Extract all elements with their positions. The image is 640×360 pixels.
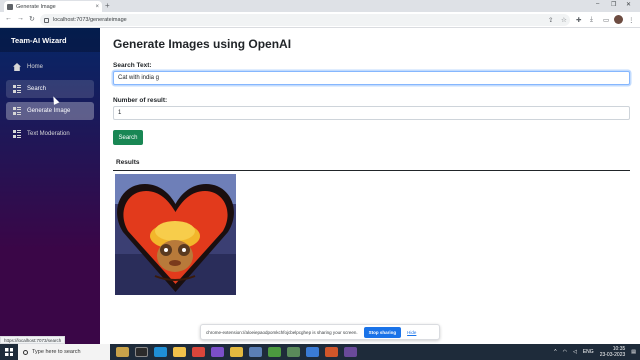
- browser-tabstrip: Generate Image × + – ❐ ✕: [0, 0, 640, 12]
- visual-studio-icon[interactable]: [211, 347, 224, 357]
- sidebar-item-search[interactable]: Search: [6, 80, 94, 98]
- home-icon: [13, 63, 21, 71]
- search-text-input[interactable]: Cat with india g: [113, 71, 630, 85]
- browser-toolbar: ← → ↻ localhost:7073/generateimage ⇪ ☆ ✚…: [0, 12, 640, 28]
- sidebar-item-label: Text Moderation: [27, 131, 70, 137]
- maximize-icon[interactable]: ❐: [611, 1, 616, 8]
- sidebar: Team-AI Wizard Home Search Generate Imag…: [0, 28, 100, 344]
- app-w-icon[interactable]: [192, 347, 205, 357]
- generated-image[interactable]: [115, 174, 236, 295]
- chrome-profile-icon[interactable]: [306, 347, 319, 357]
- dashboard-icon: [13, 85, 21, 93]
- page-favicon-icon: [7, 3, 13, 10]
- result-count-input[interactable]: 1: [113, 106, 630, 120]
- taskbar-search-placeholder: Type here to search: [32, 349, 81, 355]
- sidebar-item-home[interactable]: Home: [6, 58, 94, 76]
- tab-close-icon[interactable]: ×: [95, 4, 99, 10]
- extensions-icon[interactable]: ✚: [576, 16, 581, 24]
- page-title: Generate Images using OpenAI: [113, 37, 292, 51]
- hide-banner-link[interactable]: Hide: [407, 330, 416, 335]
- dashboard-icon: [13, 130, 21, 138]
- search-icon: [23, 349, 28, 355]
- bookmark-star-icon[interactable]: ☆: [561, 16, 567, 24]
- generated-cat-heart-image: [115, 174, 236, 295]
- dashboard-icon: [13, 107, 21, 115]
- stop-sharing-button[interactable]: Stop sharing: [363, 326, 402, 338]
- back-icon[interactable]: ←: [5, 15, 12, 22]
- profile-avatar[interactable]: [614, 15, 623, 24]
- volume-icon[interactable]: ◁: [573, 349, 577, 355]
- notification-icon[interactable]: ▤: [631, 349, 636, 355]
- browser-menu-icon[interactable]: ⋮: [628, 16, 635, 24]
- powerpoint-icon[interactable]: [325, 347, 338, 357]
- system-tray: ^ ◠ ◁ ENG 10:35 23-03-2023 ▤: [554, 344, 636, 360]
- results-heading: Results: [113, 154, 630, 171]
- reload-icon[interactable]: ↻: [29, 15, 35, 23]
- folder-icon[interactable]: [230, 347, 243, 357]
- app-purple-icon[interactable]: [344, 347, 357, 357]
- network-icon[interactable]: ◠: [563, 349, 567, 355]
- sidebar-item-text-moderation[interactable]: Text Moderation: [6, 125, 94, 143]
- taskbar-search-box[interactable]: Type here to search: [18, 344, 110, 360]
- clock-date: 23-03-2023: [599, 352, 626, 358]
- edge-icon[interactable]: [154, 347, 167, 357]
- sidepanel-icon[interactable]: ▭: [603, 16, 609, 24]
- share-message: chrome-extension://aloeiepaodpomkchfojcb…: [206, 329, 358, 335]
- address-bar[interactable]: localhost:7073/generateimage: [40, 14, 570, 26]
- site-info-icon[interactable]: [44, 17, 49, 23]
- sidebar-item-label: Home: [27, 64, 44, 70]
- tab-title: Generate Image: [16, 3, 56, 10]
- result-count-label: Number of result:: [113, 97, 168, 104]
- file-explorer-icon[interactable]: [173, 347, 186, 357]
- main-content: Generate Images using OpenAI Search Text…: [100, 28, 640, 344]
- chrome-icon[interactable]: [268, 347, 281, 357]
- download-icon[interactable]: ⤓: [590, 16, 593, 24]
- start-button[interactable]: [0, 344, 18, 360]
- new-tab-icon[interactable]: +: [105, 1, 110, 10]
- search-text-label: Search Text:: [113, 62, 152, 69]
- task-view-icon[interactable]: [116, 347, 129, 357]
- clock[interactable]: 10:35 23-03-2023: [600, 346, 626, 358]
- windows-logo-icon: [5, 348, 13, 356]
- windows-taskbar: Type here to search ^ ◠ ◁ ENG 10:35 23-0…: [0, 344, 640, 360]
- status-bar-url: https://localhost:7073/search: [0, 336, 66, 344]
- minimize-icon[interactable]: –: [596, 1, 599, 7]
- browser-tab[interactable]: Generate Image ×: [4, 1, 102, 12]
- language-indicator[interactable]: ENG: [583, 349, 594, 355]
- address-url: localhost:7073/generateimage: [53, 17, 127, 23]
- share-icon[interactable]: ⇪: [548, 16, 553, 24]
- app-icon[interactable]: [287, 347, 300, 357]
- screen-share-banner: chrome-extension://aloeiepaodpomkchfojcb…: [200, 324, 440, 340]
- tray-chevron-icon[interactable]: ^: [554, 349, 556, 355]
- app-brand[interactable]: Team-AI Wizard: [0, 28, 100, 52]
- search-button[interactable]: Search: [113, 130, 143, 145]
- forward-icon[interactable]: →: [17, 15, 24, 22]
- sidebar-item-label: Search: [27, 86, 47, 92]
- widgets-icon[interactable]: [135, 347, 148, 357]
- window-close-icon[interactable]: ✕: [626, 1, 631, 8]
- notepad-icon[interactable]: [249, 347, 262, 357]
- sidebar-item-label: Generate Image: [27, 108, 71, 114]
- sidebar-item-generate-image[interactable]: Generate Image: [6, 102, 94, 120]
